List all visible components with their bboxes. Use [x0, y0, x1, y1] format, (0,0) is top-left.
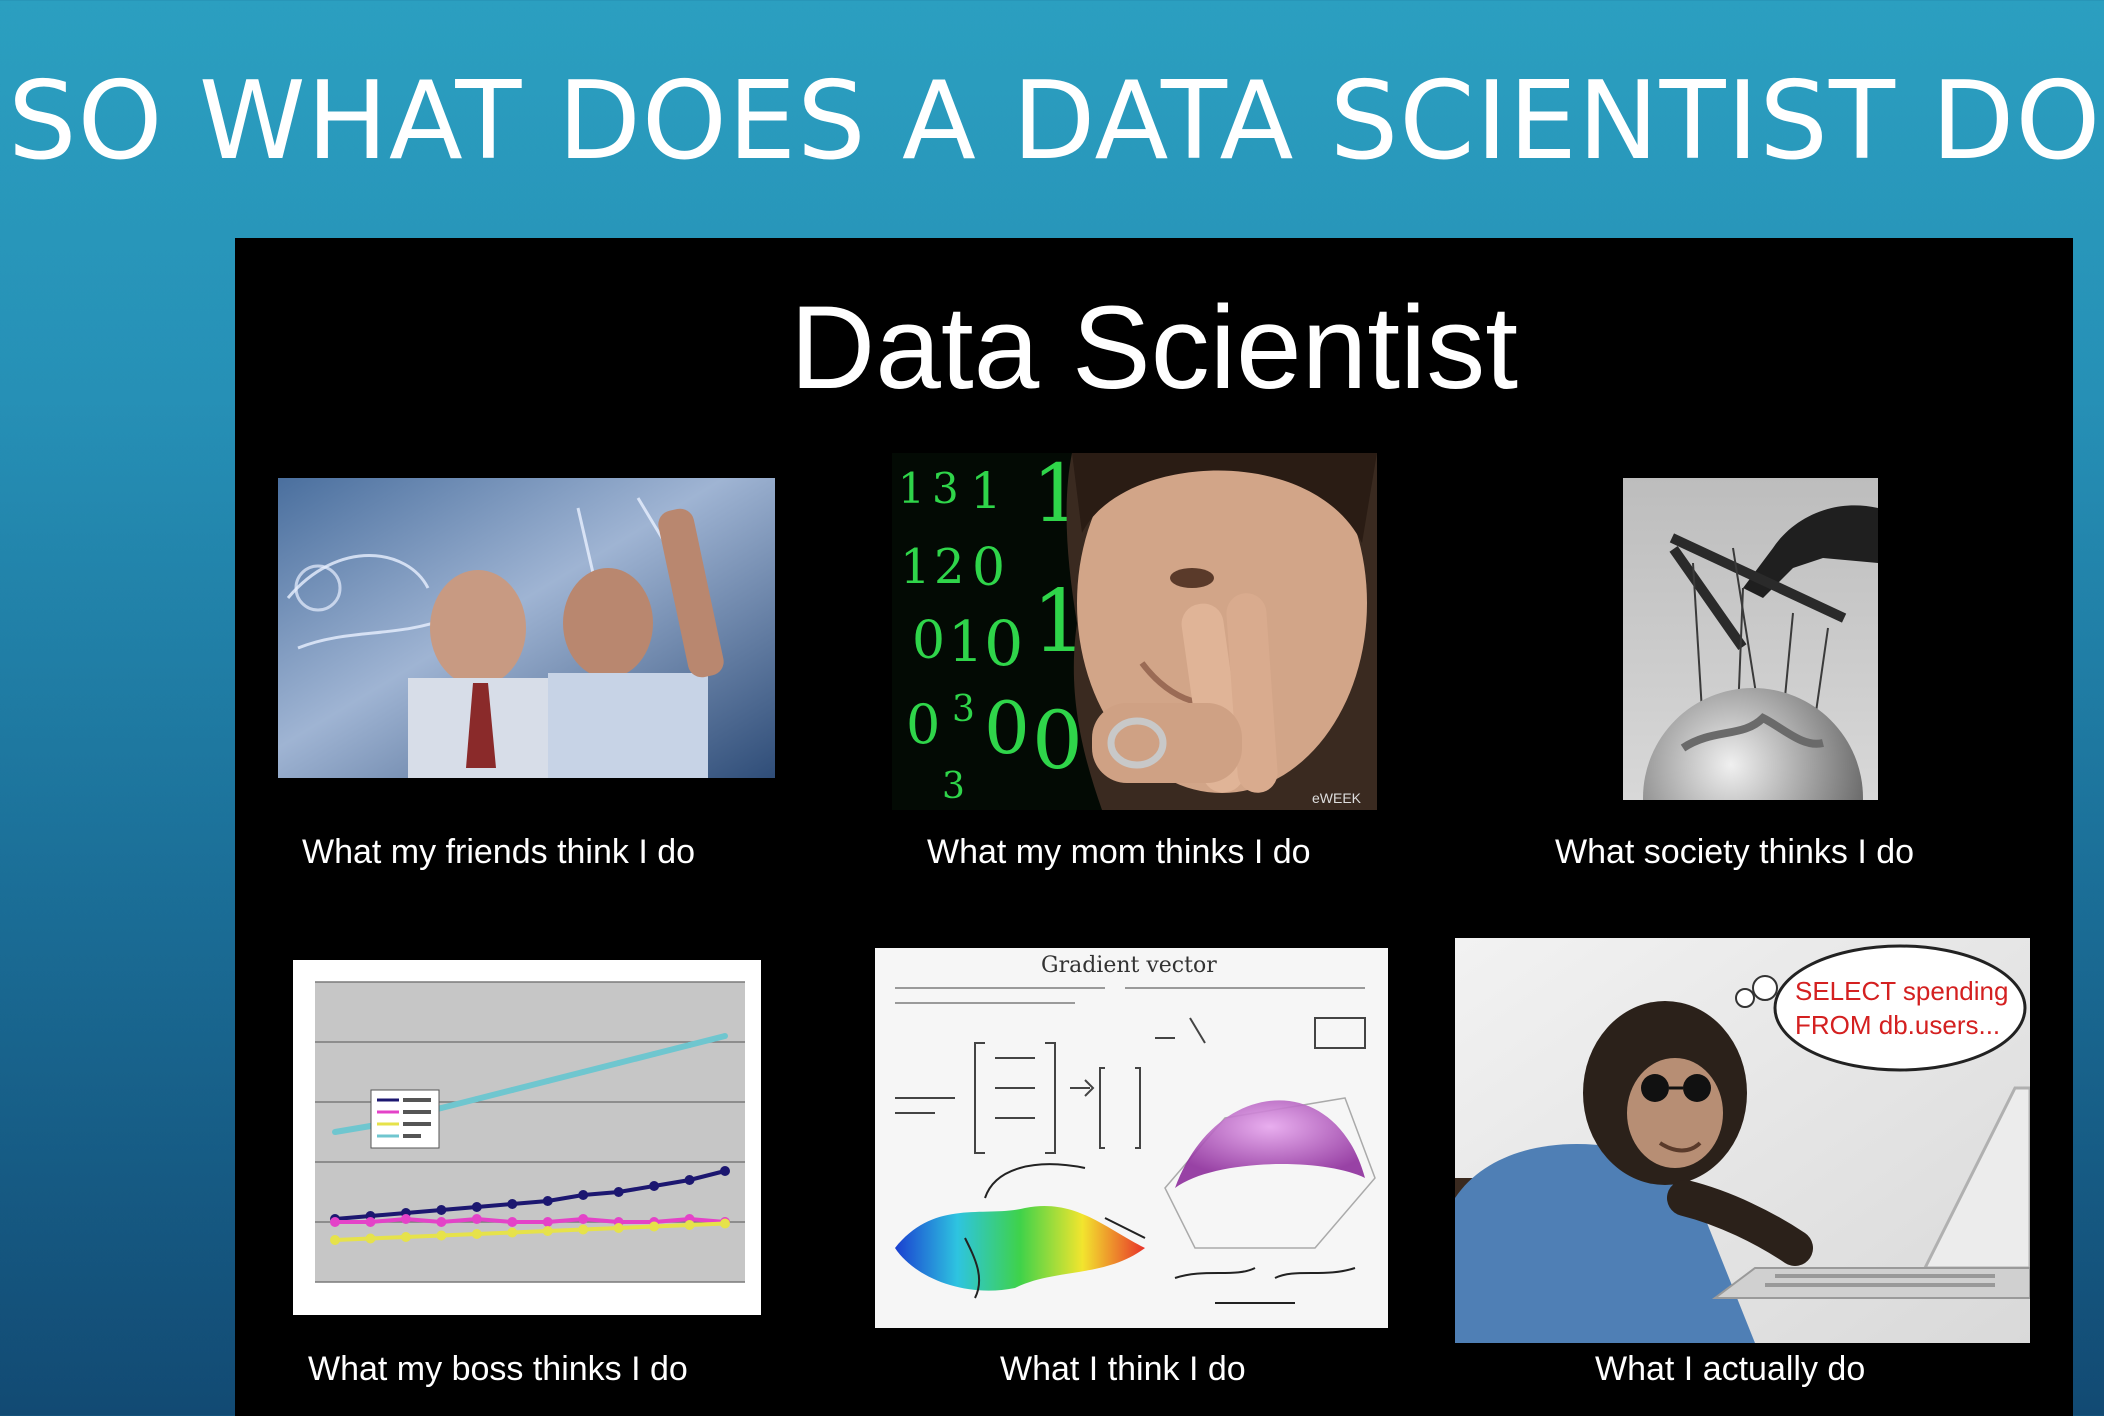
- think-image: Gradient vector: [875, 948, 1388, 1328]
- chart-point: [332, 1129, 338, 1135]
- friends-image: [278, 478, 775, 778]
- binary-digit: 2: [934, 539, 965, 595]
- chart-point: [720, 1166, 730, 1176]
- slide: { "slide": { "title": "SO WHAT DOES A DA…: [0, 0, 2104, 1416]
- binary-digit: 0: [984, 686, 1030, 770]
- society-image: [1623, 478, 1878, 800]
- chart-point: [507, 1199, 518, 1209]
- chart-point: [684, 1220, 695, 1230]
- meme-panel: Data Scientist What my friends think I d…: [235, 238, 2073, 1416]
- gradient-vector-heading: Gradient vector: [1041, 953, 1217, 978]
- chart-point: [544, 1078, 551, 1084]
- binary-digit: 0: [972, 538, 1005, 598]
- sql-speech-line1: SELECT spending: [1795, 976, 2008, 1006]
- chart-point: [542, 1226, 553, 1236]
- chart-point: [330, 1235, 340, 1245]
- chart-point: [684, 1175, 695, 1185]
- binary-digit: 1: [900, 539, 931, 595]
- chart-point: [436, 1230, 447, 1241]
- chart-point: [436, 1205, 447, 1215]
- boss-label: What my boss thinks I do: [308, 1350, 688, 1388]
- speech-bubble: [1773, 944, 2027, 1072]
- chart-point: [330, 1217, 340, 1227]
- chart-point: [473, 1096, 480, 1102]
- chart-point: [720, 1218, 730, 1229]
- binary-digit: 0: [906, 693, 940, 756]
- society-label: What society thinks I do: [1555, 833, 1915, 871]
- chart-point: [471, 1214, 482, 1224]
- chart-point: [436, 1217, 447, 1227]
- chart-point: [722, 1033, 728, 1039]
- chart-point: [649, 1181, 660, 1191]
- chart-point: [507, 1227, 518, 1238]
- chart-point: [613, 1187, 624, 1197]
- chart-point: [365, 1233, 376, 1244]
- friends-label: What my friends think I do: [302, 833, 696, 871]
- binary-digit: 1: [948, 610, 984, 675]
- binary-digit: 0: [912, 611, 945, 671]
- binary-digit: 0: [984, 607, 1023, 680]
- chart-point: [400, 1214, 411, 1224]
- chart-point: [542, 1217, 553, 1227]
- mom-image: 1 3 1 1 1 2 0 0 1 0 1 0 3 0 0 3 eWEEK: [892, 453, 1377, 810]
- chart-point: [580, 1069, 587, 1075]
- binary-digit: 1: [898, 464, 925, 513]
- chart-point: [613, 1223, 624, 1233]
- chart-point: [578, 1224, 589, 1235]
- chart-point: [507, 1217, 518, 1227]
- meme-title: Data Scientist: [790, 282, 1518, 414]
- legend-text: [403, 1122, 431, 1126]
- mom-label: What my mom thinks I do: [927, 833, 1311, 871]
- binary-digit: 3: [942, 766, 965, 807]
- eweek-watermark: eWEEK: [1312, 790, 1362, 806]
- binary-digit: 0: [1032, 694, 1083, 787]
- chart-point: [649, 1221, 660, 1232]
- chart-point: [365, 1217, 376, 1227]
- chart-point: [471, 1202, 482, 1212]
- chart-point: [578, 1190, 589, 1200]
- sql-speech-line2: FROM db.users...: [1795, 1010, 2000, 1040]
- actual-image: SELECT spending FROM db.users...: [1455, 938, 2030, 1343]
- actual-label: What I actually do: [1595, 1350, 1866, 1388]
- legend-text: [403, 1134, 421, 1138]
- binary-digit: 3: [952, 689, 975, 730]
- boss-image: [293, 960, 761, 1315]
- binary-digit: 1: [970, 462, 1002, 520]
- slide-title: SO WHAT DOES A DATA SCIENTIST DO?: [8, 59, 2104, 184]
- chart-point: [400, 1232, 411, 1242]
- think-label: What I think I do: [1000, 1350, 1246, 1388]
- chart-point: [651, 1051, 658, 1057]
- legend-text: [403, 1110, 431, 1114]
- chart-point: [686, 1042, 693, 1048]
- chart-point: [542, 1196, 553, 1206]
- chart-point: [578, 1214, 589, 1224]
- binary-digit: 3: [932, 464, 959, 513]
- chart-point: [615, 1060, 622, 1066]
- chart-point: [471, 1229, 482, 1239]
- legend-text: [403, 1098, 431, 1102]
- chart-point: [509, 1087, 516, 1093]
- boss-line-chart: [315, 981, 745, 1283]
